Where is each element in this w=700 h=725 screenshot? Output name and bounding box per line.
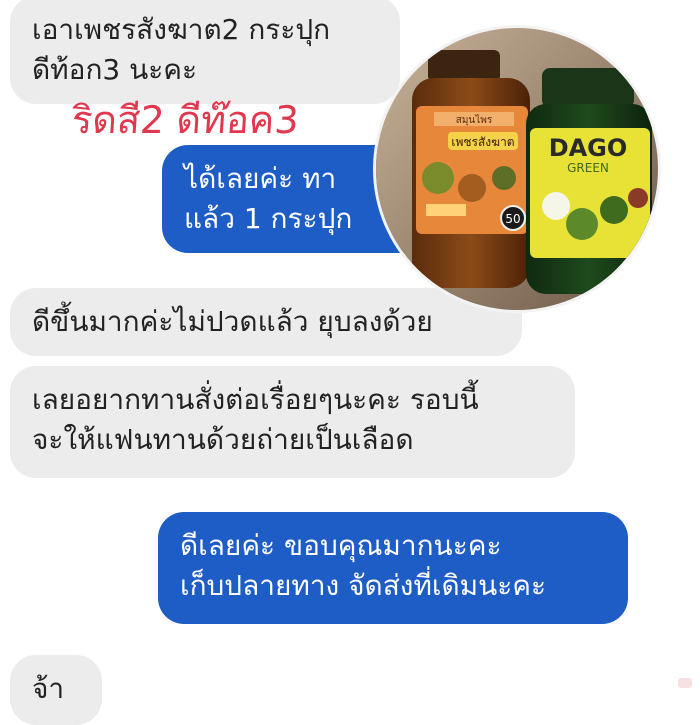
svg-text:DAGO: DAGO: [549, 134, 628, 162]
svg-text:GREEN: GREEN: [567, 161, 609, 175]
message-bubble-incoming: ดีขึ้นมากค่ะไม่ปวดแล้ว ยุบลงด้วย: [10, 288, 522, 356]
watermark-icon: [678, 678, 692, 688]
message-bubble-outgoing: ดีเลยค่ะ ขอบคุณมากนะคะ เก็บปลายทาง จัดส่…: [158, 512, 628, 624]
handwritten-order-note: ริดสี2 ดีท๊อค3: [70, 98, 301, 142]
bottle-left: สมุนไพร เพชรสังฆาต 50: [412, 50, 530, 288]
product-bottles-image: สมุนไพร เพชรสังฆาต 50 DAGO GREEN: [376, 28, 658, 310]
svg-text:50: 50: [505, 212, 520, 226]
message-bubble-incoming: เลยอยากทานสั่งต่อเรื่อยๆนะคะ รอบนี้ จะให…: [10, 366, 575, 478]
product-photo: สมุนไพร เพชรสังฆาต 50 DAGO GREEN: [376, 28, 658, 310]
message-bubble-incoming: จ้า: [10, 655, 102, 725]
message-bubble-incoming: เอาเพชรสังฆาต2 กระปุก ดีท้อก3 นะคะ: [10, 0, 400, 104]
svg-text:สมุนไพร: สมุนไพร: [456, 114, 493, 126]
svg-text:เพชรสังฆาต: เพชรสังฆาต: [451, 135, 514, 149]
bottle-right: DAGO GREEN: [526, 68, 652, 294]
